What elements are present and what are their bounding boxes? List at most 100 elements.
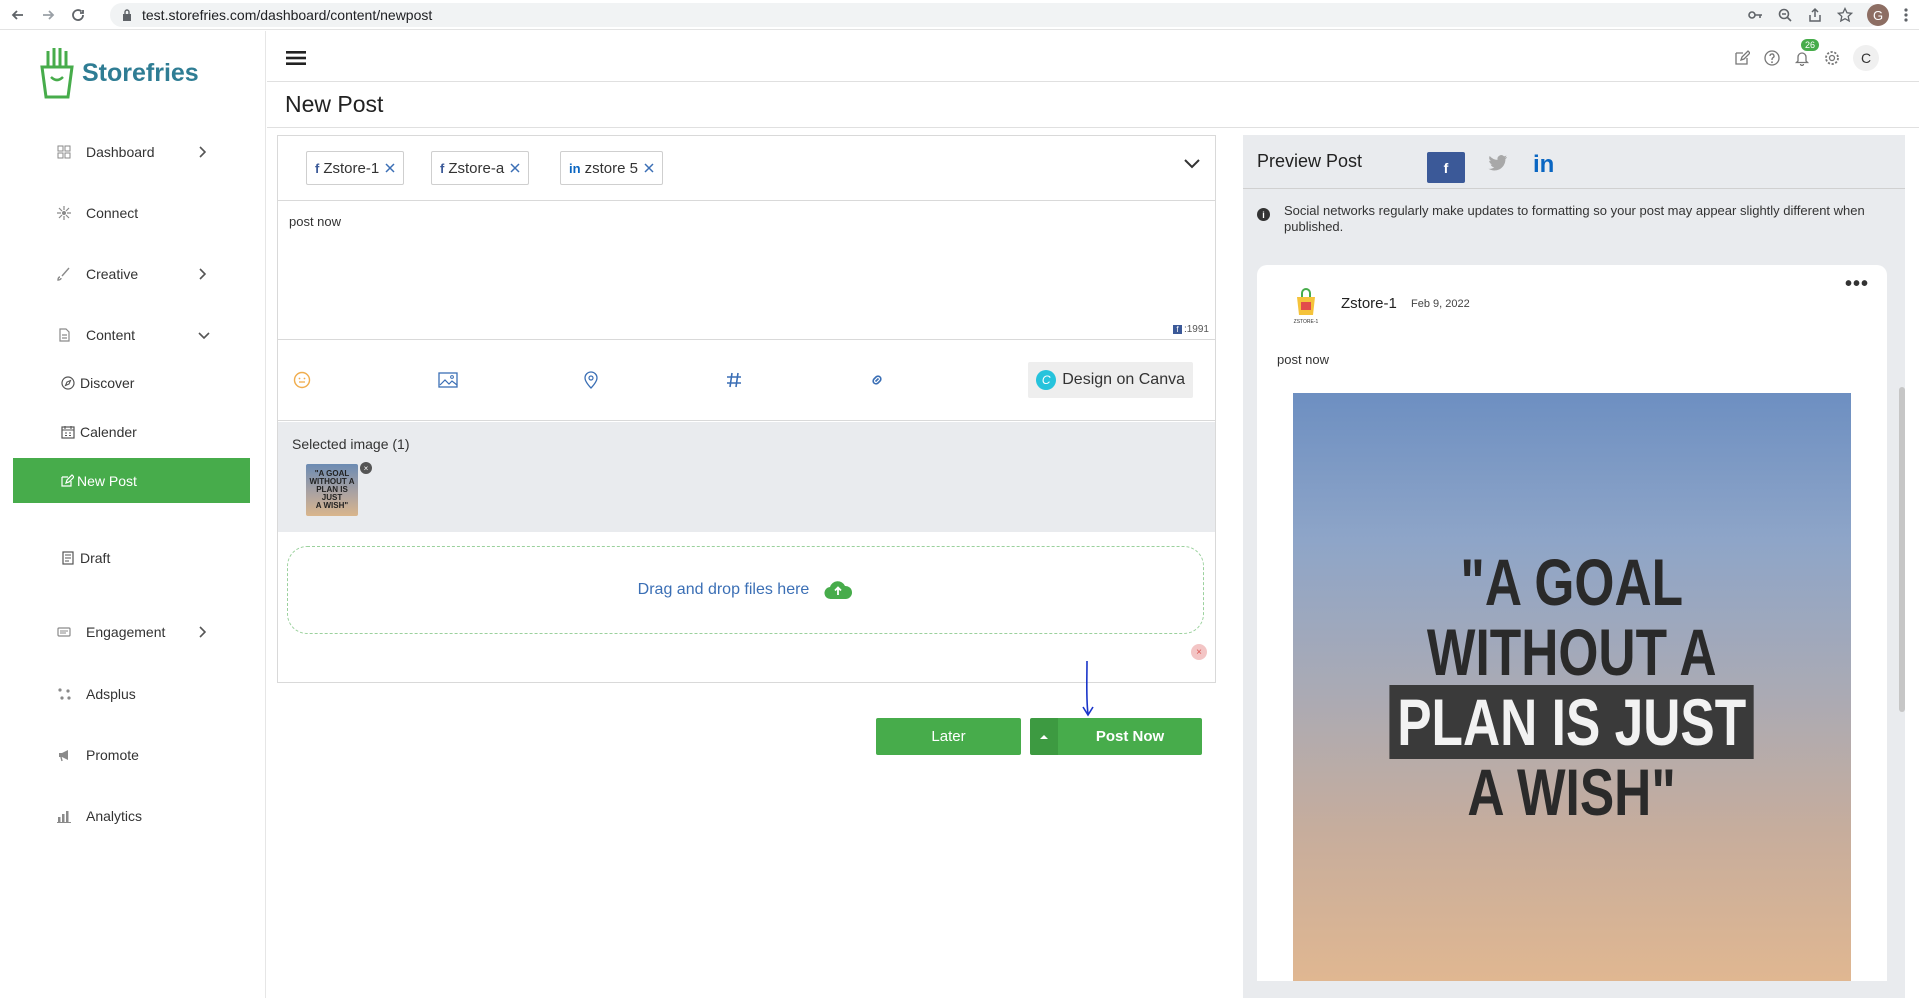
bell-icon[interactable]: 26 <box>1793 39 1820 67</box>
post-options-toggle[interactable] <box>1030 718 1058 755</box>
sidebar-subitem-label: New Post <box>77 472 137 489</box>
chevron-down-icon[interactable] <box>1183 158 1201 170</box>
file-dropzone[interactable]: Drag and drop files here <box>287 546 1204 634</box>
page-avatar-caption: ZSTORE-1 <box>1293 319 1319 325</box>
chat-icon <box>56 624 72 640</box>
preview-post-image: "A GOAL WITHOUT A PLAN IS JUST A WISH" <box>1293 393 1851 981</box>
notification-badge: 26 <box>1801 39 1820 51</box>
sidebar-item-label: Content <box>86 327 136 343</box>
emoji-icon[interactable] <box>292 370 312 390</box>
account-selector[interactable]: f Zstore-1 f Zstore-a in zstore 5 <box>278 136 1215 201</box>
help-icon[interactable] <box>1763 49 1781 67</box>
selected-images-label: Selected image (1) <box>292 436 410 452</box>
design-on-canva-button[interactable]: C Design on Canva <box>1028 362 1193 398</box>
quote-line: PLAN IS JUST <box>1389 685 1755 759</box>
lock-icon <box>123 9 131 21</box>
post-composer: f Zstore-1 f Zstore-a in zstore 5 post n… <box>277 135 1216 683</box>
preview-title: Preview Post <box>1257 151 1363 171</box>
composer-toolbar: C Design on Canva <box>278 339 1215 421</box>
clear-files-icon[interactable]: × <box>1191 644 1207 660</box>
account-chip-label: Zstore-a <box>448 159 505 177</box>
remove-image-icon[interactable]: × <box>360 462 372 474</box>
hamburger-menu-icon[interactable] <box>286 50 306 66</box>
post-text-input[interactable]: post now <box>289 214 341 229</box>
app-header: 26 C <box>267 31 1919 82</box>
sidebar-item-promote[interactable]: Promote <box>56 747 139 763</box>
forward-icon[interactable] <box>36 3 60 27</box>
address-bar[interactable]: test.storefries.com/dashboard/content/ne… <box>110 3 1880 27</box>
sidebar-subitem-calender[interactable]: Calender <box>60 424 137 440</box>
preview-panel: Preview Post f in i Social networks regu… <box>1243 135 1905 998</box>
preview-tab-linkedin[interactable]: in <box>1533 151 1554 179</box>
browser-toolbar: test.storefries.com/dashboard/content/ne… <box>0 0 1919 30</box>
account-chip[interactable]: f Zstore-1 <box>306 151 405 185</box>
sidebar-item-analytics[interactable]: Analytics <box>56 808 142 824</box>
thumbnail-caption: "A GOAL WITHOUT A PLAN IS JUST A WISH" <box>309 469 355 510</box>
compose-icon[interactable] <box>1733 49 1751 67</box>
sidebar-subitem-discover[interactable]: Discover <box>60 375 134 391</box>
quote-line: "A GOAL <box>1460 545 1684 619</box>
share-icon[interactable] <box>1807 7 1823 23</box>
location-pin-icon[interactable] <box>581 370 601 390</box>
account-chip[interactable]: in zstore 5 <box>560 151 663 185</box>
post-now-button[interactable]: Post Now <box>1058 718 1202 755</box>
page-title-bar: New Post <box>267 83 1919 128</box>
character-count: f :1991 <box>1172 324 1209 335</box>
gear-icon[interactable] <box>1823 49 1841 67</box>
quote-line: A WISH" <box>1467 755 1677 829</box>
sidebar-item-label: Analytics <box>86 808 143 824</box>
sidebar-item-content[interactable]: Content <box>56 327 210 343</box>
close-icon[interactable] <box>510 163 520 173</box>
selected-image-thumbnail[interactable]: "A GOAL WITHOUT A PLAN IS JUST A WISH" <box>306 464 358 516</box>
star-icon[interactable] <box>1837 7 1853 23</box>
chevron-right-icon <box>198 146 206 158</box>
sidebar-item-dashboard[interactable]: Dashboard <box>56 144 206 160</box>
link-icon[interactable] <box>867 370 887 390</box>
annotation-arrow-icon <box>1082 660 1094 717</box>
brush-icon <box>56 266 72 282</box>
browser-actions: G <box>1747 3 1909 27</box>
sidebar-item-connect[interactable]: Connect <box>56 205 138 221</box>
sidebar-item-adsplus[interactable]: Adsplus <box>56 686 136 702</box>
preview-post-card: ZSTORE-1 Zstore-1 Feb 9, 2022 ••• post n… <box>1257 265 1887 981</box>
image-icon[interactable] <box>438 370 458 390</box>
character-count-value: :1991 <box>1183 324 1209 335</box>
sidebar-item-creative[interactable]: Creative <box>56 266 206 282</box>
back-icon[interactable] <box>6 3 30 27</box>
preview-scrollbar[interactable] <box>1899 387 1905 712</box>
reload-icon[interactable] <box>66 3 90 27</box>
sidebar: Storefries Dashboard Connect Creative Co… <box>0 31 266 998</box>
sidebar-subitem-new-post[interactable]: New Post <box>13 458 250 503</box>
sidebar-item-label: Creative <box>86 266 139 282</box>
sidebar-subitem-draft[interactable]: Draft <box>60 550 110 566</box>
grid-icon <box>56 144 72 160</box>
preview-tab-twitter[interactable] <box>1488 155 1508 171</box>
close-icon[interactable] <box>644 163 654 173</box>
page-avatar: ZSTORE-1 <box>1291 285 1321 325</box>
dropzone-label: Drag and drop files here <box>637 581 810 598</box>
later-button[interactable]: Later <box>876 718 1021 755</box>
preview-notice: i Social networks regularly make updates… <box>1257 203 1887 235</box>
fries-logo-icon <box>40 48 74 99</box>
zoom-icon[interactable] <box>1777 7 1793 23</box>
user-avatar[interactable]: C <box>1853 45 1879 71</box>
sidebar-subitem-label: Discover <box>80 375 135 391</box>
network-icon <box>56 205 72 221</box>
sidebar-item-engagement[interactable]: Engagement <box>56 624 206 640</box>
hashtag-icon[interactable] <box>724 370 744 390</box>
more-options-icon[interactable]: ••• <box>1845 273 1869 296</box>
sidebar-item-label: Engagement <box>86 624 166 640</box>
preview-post-text: post now <box>1277 352 1330 367</box>
selected-images: Selected image (1) "A GOAL WITHOUT A PLAN … <box>278 422 1215 532</box>
account-chip[interactable]: f Zstore-a <box>431 151 530 185</box>
dots-network-icon <box>56 686 72 702</box>
browser-profile-avatar[interactable]: G <box>1867 4 1889 26</box>
browser-menu-icon[interactable] <box>1903 7 1909 23</box>
chevron-down-icon <box>198 331 210 339</box>
calendar-icon <box>60 424 76 440</box>
preview-page-name: Zstore-1 <box>1341 295 1397 312</box>
close-icon[interactable] <box>385 163 395 173</box>
preview-tab-facebook[interactable]: f <box>1427 152 1465 183</box>
brand-logo[interactable]: Storefries <box>34 45 199 101</box>
key-icon[interactable] <box>1747 7 1763 23</box>
